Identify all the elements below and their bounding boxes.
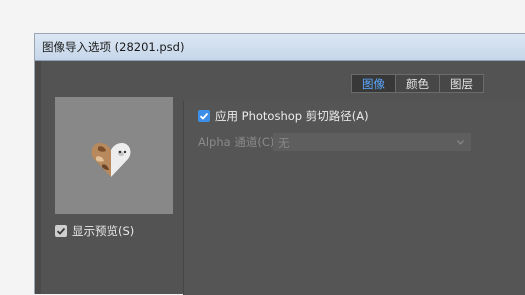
tab-color[interactable]: 颜色 [396, 75, 440, 92]
alpha-channel-value: 无 [278, 136, 290, 150]
image-import-options-dialog: 图像导入选项 (28201.psd) 图像 颜色 图层 显示预览(S) 应用 P… [34, 33, 525, 295]
alpha-channel-select[interactable]: 无 [273, 133, 471, 151]
check-icon [199, 112, 209, 120]
preview-thumbnail [91, 143, 131, 177]
dialog-body: 图像 颜色 图层 显示预览(S) 应用 Photoshop 剪切路径(A) Al… [41, 61, 525, 295]
image-options-panel: 应用 Photoshop 剪切路径(A) Alpha 通道(C): 无 [183, 101, 525, 295]
tab-layers[interactable]: 图层 [440, 75, 483, 92]
show-preview-checkbox[interactable] [55, 225, 67, 237]
alpha-channel-label: Alpha 通道(C): [198, 135, 279, 149]
image-preview [55, 97, 173, 214]
tab-image[interactable]: 图像 [352, 75, 396, 92]
show-preview-label: 显示预览(S) [72, 224, 135, 238]
chevron-down-icon [457, 140, 464, 145]
tab-bar: 图像 颜色 图层 [351, 74, 484, 93]
apply-clipping-path-checkbox[interactable] [198, 110, 210, 122]
title-bar[interactable]: 图像导入选项 (28201.psd) [35, 34, 525, 61]
dialog-title: 图像导入选项 (28201.psd) [42, 40, 185, 54]
apply-clipping-path-label: 应用 Photoshop 剪切路径(A) [215, 109, 369, 123]
check-icon [56, 227, 66, 235]
